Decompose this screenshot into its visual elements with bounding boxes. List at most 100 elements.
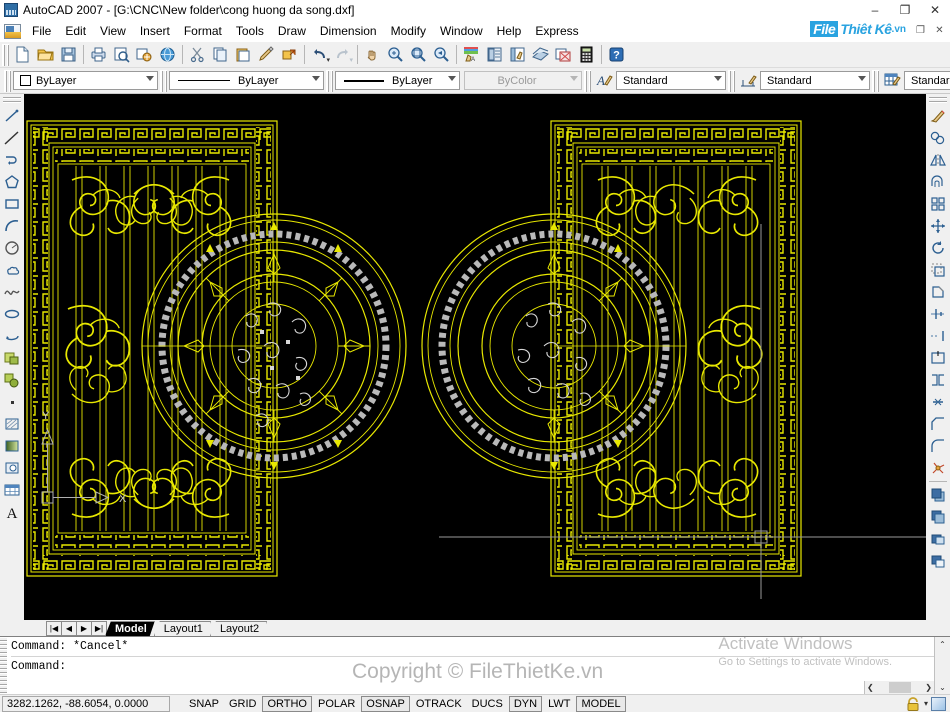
circle-icon[interactable] (1, 237, 23, 259)
extend-icon[interactable] (927, 325, 949, 347)
status-ducs[interactable]: DUCS (468, 697, 507, 711)
ellipse-icon[interactable] (1, 303, 23, 325)
tool-palettes-icon[interactable] (506, 44, 529, 66)
dimension-style-combo[interactable]: Standard (760, 71, 870, 90)
linetype-combo[interactable]: ByLayer (169, 71, 324, 90)
scroll-up-icon[interactable]: ⌃ (935, 637, 950, 651)
status-otrack[interactable]: OTRACK (412, 697, 466, 711)
status-ortho[interactable]: ORTHO (262, 695, 312, 712)
draworder-bring-front-icon[interactable] (927, 484, 949, 506)
break-at-point-icon[interactable] (927, 347, 949, 369)
status-polar[interactable]: POLAR (314, 697, 359, 711)
make-block-icon[interactable] (1, 369, 23, 391)
chevron-down-icon[interactable] (312, 76, 320, 81)
revision-cloud-icon[interactable] (1, 259, 23, 281)
command-hscrollbar[interactable]: ❮ ❯ (864, 681, 934, 694)
match-properties-icon[interactable] (255, 44, 278, 66)
status-grid[interactable]: GRID (225, 697, 261, 711)
restore-icon[interactable] (931, 696, 946, 711)
menu-file[interactable]: File (25, 22, 58, 40)
table-icon[interactable] (1, 479, 23, 501)
table-style-icon[interactable] (881, 70, 904, 92)
dimstyle-grip[interactable] (728, 69, 735, 92)
menu-window[interactable]: Window (433, 22, 490, 40)
block-editor-icon[interactable] (278, 44, 301, 66)
tab-layout2[interactable]: Layout2 (210, 621, 267, 636)
tab-first-button[interactable]: |◀ (46, 621, 62, 636)
toolbar-grip[interactable] (2, 43, 9, 66)
trim-icon[interactable] (927, 303, 949, 325)
rectangle-icon[interactable] (1, 193, 23, 215)
dimension-style-icon[interactable] (737, 70, 760, 92)
ellipse-arc-icon[interactable] (1, 325, 23, 347)
minimize-button[interactable]: – (860, 0, 890, 20)
sheet-set-icon[interactable] (529, 44, 552, 66)
chevron-down-icon[interactable] (146, 76, 154, 81)
menu-insert[interactable]: Insert (133, 22, 177, 40)
command-prompt[interactable]: Command: (11, 659, 934, 674)
stretch-icon[interactable] (927, 281, 949, 303)
pan-icon[interactable] (361, 44, 384, 66)
designcenter-icon[interactable] (483, 44, 506, 66)
status-lwt[interactable]: LWT (544, 697, 574, 711)
offset-icon[interactable] (927, 171, 949, 193)
document-close-button[interactable]: ✕ (931, 23, 948, 38)
status-snap[interactable]: SNAP (185, 697, 223, 711)
menu-dimension[interactable]: Dimension (313, 22, 384, 40)
menu-format[interactable]: Format (177, 22, 229, 40)
break-icon[interactable] (927, 369, 949, 391)
join-icon[interactable] (927, 391, 949, 413)
fillet-icon[interactable] (927, 435, 949, 457)
layer-color-combo[interactable]: ByLayer (13, 71, 158, 90)
paste-icon[interactable] (232, 44, 255, 66)
command-vscrollbar[interactable]: ⌃ ⌄ (934, 637, 950, 694)
plot-preview-icon[interactable] (110, 44, 133, 66)
command-history[interactable]: Command: *Cancel* Command: ❮ ❯ (7, 637, 934, 694)
redo-icon[interactable]: ▾ (331, 44, 354, 66)
chevron-down-icon[interactable]: ▾ (326, 56, 330, 64)
draworder-send-under-icon[interactable] (927, 550, 949, 572)
hatch-icon[interactable] (1, 413, 23, 435)
close-button[interactable]: ✕ (920, 0, 950, 20)
array-icon[interactable] (927, 193, 949, 215)
scroll-right-icon[interactable]: ❯ (925, 683, 932, 693)
rotate-icon[interactable] (927, 237, 949, 259)
lock-icon[interactable] (905, 696, 921, 711)
coordinate-display[interactable]: 3282.1262, -88.6054, 0.0000 (2, 695, 170, 712)
command-window-grip[interactable] (0, 637, 7, 694)
region-icon[interactable] (1, 457, 23, 479)
tab-next-button[interactable]: ▶ (76, 621, 92, 636)
menu-tools[interactable]: Tools (229, 22, 271, 40)
scale-icon[interactable] (927, 259, 949, 281)
chevron-down-icon[interactable] (714, 76, 722, 81)
menu-express[interactable]: Express (528, 22, 585, 40)
explode-icon[interactable] (927, 457, 949, 479)
linetype-grip[interactable] (160, 69, 167, 92)
polyline-icon[interactable] (1, 149, 23, 171)
construction-line-icon[interactable] (1, 127, 23, 149)
cut-icon[interactable] (186, 44, 209, 66)
save-icon[interactable] (57, 44, 80, 66)
chevron-down-icon[interactable] (858, 76, 866, 81)
text-style-icon[interactable]: A (593, 70, 616, 92)
text-style-combo[interactable]: Standard (616, 71, 726, 90)
arc-icon[interactable] (1, 215, 23, 237)
tab-layout1[interactable]: Layout1 (154, 621, 211, 636)
modify-toolbar-grip[interactable] (929, 96, 947, 103)
properties-toolbar-grip[interactable] (4, 69, 11, 92)
menu-draw[interactable]: Draw (271, 22, 313, 40)
menu-help[interactable]: Help (490, 22, 529, 40)
publish-icon[interactable] (133, 44, 156, 66)
chevron-down-icon[interactable] (448, 76, 456, 81)
lineweight-combo[interactable]: ByLayer (335, 71, 460, 90)
draworder-send-back-icon[interactable] (927, 506, 949, 528)
line-icon[interactable] (1, 105, 23, 127)
copy-icon[interactable] (209, 44, 232, 66)
help-icon[interactable]: ? (605, 44, 628, 66)
zoom-previous-icon[interactable] (430, 44, 453, 66)
tab-prev-button[interactable]: ◀ (61, 621, 77, 636)
spline-icon[interactable] (1, 281, 23, 303)
gradient-icon[interactable] (1, 435, 23, 457)
erase-icon[interactable] (927, 105, 949, 127)
zoom-realtime-icon[interactable] (384, 44, 407, 66)
